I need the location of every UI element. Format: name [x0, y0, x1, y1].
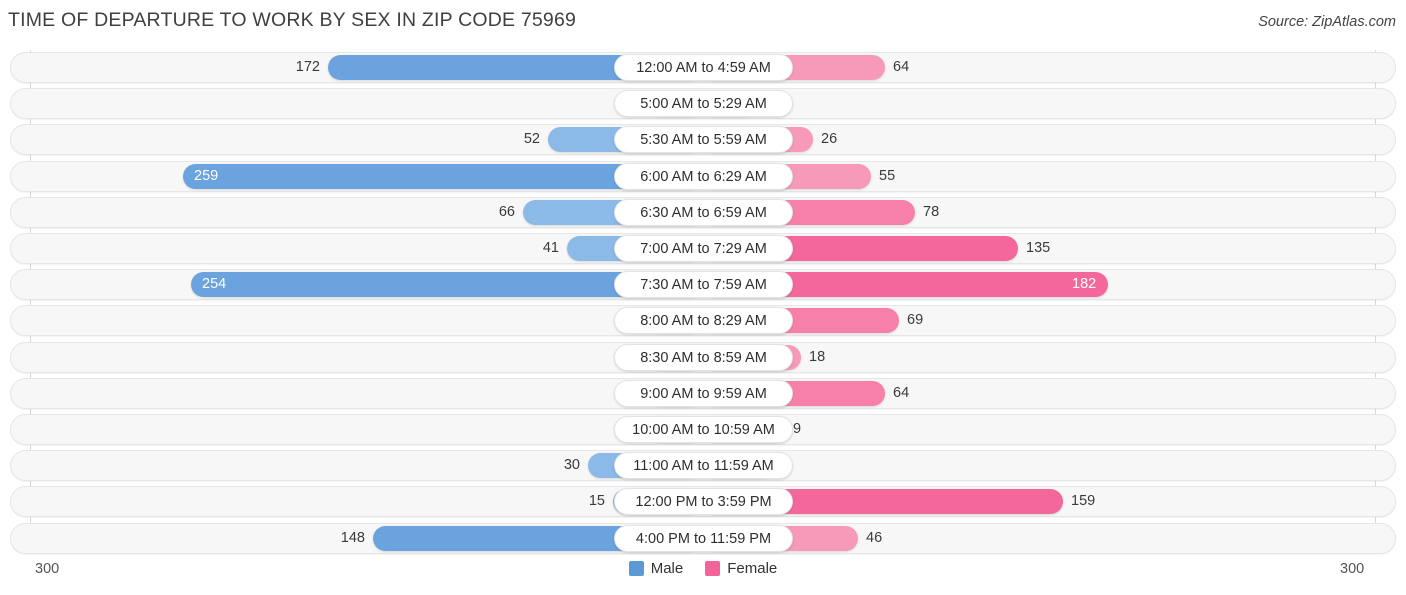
source-attribution: Source: ZipAtlas.com — [1258, 14, 1396, 30]
category-label: 10:00 AM to 10:59 AM — [614, 416, 793, 443]
value-female: 182 — [1072, 276, 1097, 293]
value-female: 18 — [809, 348, 826, 365]
category-label: 11:00 AM to 11:59 AM — [614, 452, 793, 480]
value-female: 69 — [907, 312, 924, 329]
legend-swatch-male — [628, 561, 644, 576]
chart-legend: Male Female — [0, 560, 1406, 577]
value-male: 148 — [340, 529, 365, 546]
legend-label-male: Male — [650, 560, 684, 577]
value-female: 64 — [893, 59, 910, 75]
category-label: 6:00 AM to 6:29 AM — [614, 162, 793, 190]
category-label: 9:00 AM to 9:59 AM — [614, 379, 793, 407]
category-label: 5:30 AM to 5:59 AM — [614, 126, 793, 154]
category-label: 6:30 AM to 6:59 AM — [614, 198, 793, 226]
value-male: 41 — [542, 240, 559, 256]
value-male: 15 — [588, 493, 605, 510]
value-male: 66 — [498, 203, 515, 220]
value-male: 259 — [194, 167, 219, 184]
legend-item-male[interactable]: Male — [628, 560, 684, 577]
legend-label-female: Female — [727, 560, 778, 577]
value-female: 55 — [879, 167, 896, 184]
category-label: 12:00 PM to 3:59 PM — [614, 488, 793, 516]
legend-item-female[interactable]: Female — [705, 560, 777, 577]
category-label: 12:00 AM to 4:59 AM — [614, 54, 793, 81]
value-male: 30 — [563, 457, 580, 474]
value-female: 159 — [1071, 493, 1096, 510]
value-female: 46 — [866, 529, 883, 546]
category-label: 7:30 AM to 7:59 AM — [614, 271, 793, 299]
value-male: 52 — [523, 131, 540, 148]
value-female: 26 — [821, 131, 838, 148]
value-female: 78 — [923, 203, 940, 220]
category-label: 5:00 AM to 5:29 AM — [614, 90, 793, 118]
value-female: 9 — [793, 421, 802, 437]
value-female: 64 — [893, 384, 910, 401]
value-male: 254 — [202, 276, 227, 293]
category-label: 8:30 AM to 8:59 AM — [614, 343, 793, 371]
page-title: TIME OF DEPARTURE TO WORK BY SEX IN ZIP … — [8, 9, 577, 31]
value-female: 135 — [1026, 240, 1051, 256]
legend-swatch-female — [705, 561, 721, 576]
chart-plot-area: 1726412:00 AM to 4:59 AM005:00 AM to 5:2… — [0, 50, 1406, 554]
category-label: 4:00 PM to 11:59 PM — [614, 524, 793, 552]
value-male: 172 — [295, 59, 320, 75]
category-label: 7:00 AM to 7:29 AM — [614, 235, 793, 262]
category-label: 8:00 AM to 8:29 AM — [614, 307, 793, 335]
